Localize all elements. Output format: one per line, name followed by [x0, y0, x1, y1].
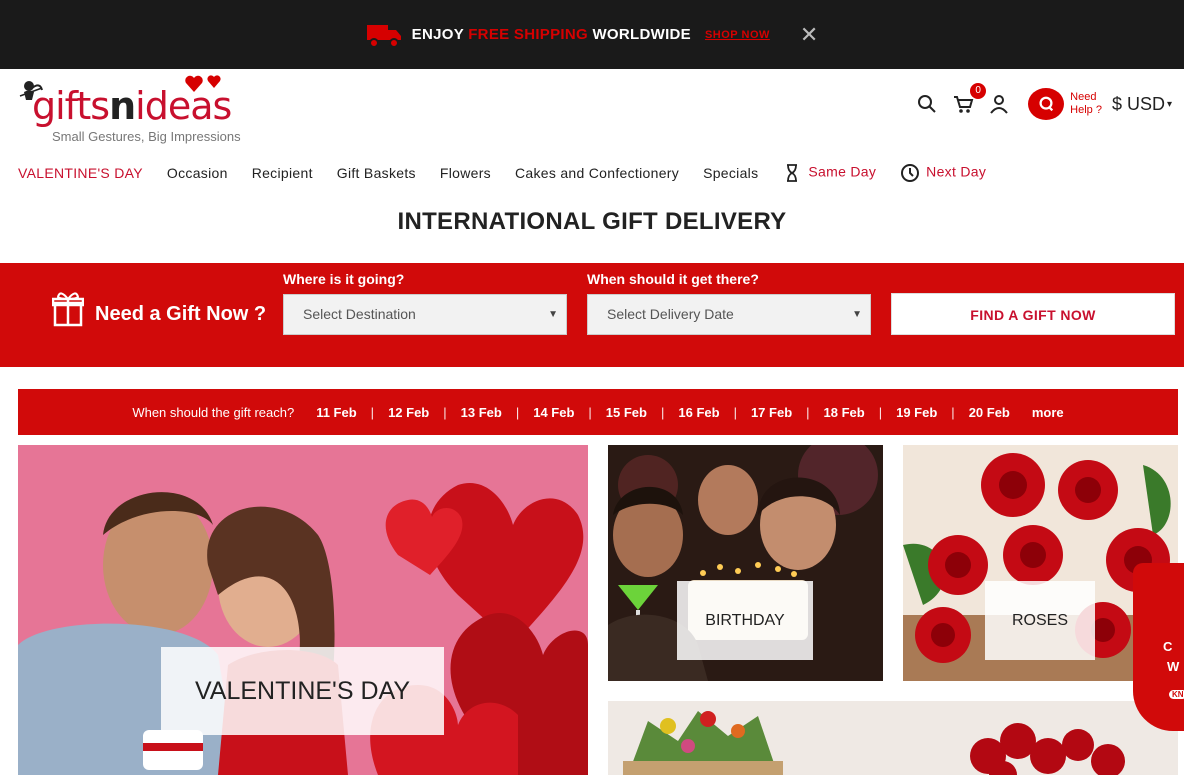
- more-dates-link[interactable]: more: [1032, 405, 1064, 420]
- chevron-down-icon: ▼: [548, 309, 558, 320]
- side-feedback-tab[interactable]: C W KN: [1133, 563, 1184, 731]
- need-help-label: Need Help ?: [1070, 91, 1102, 117]
- nav-item-next-day-label: Next Day: [926, 163, 987, 180]
- side-tab-line-1: C: [1163, 639, 1173, 654]
- chevron-down-icon: ▾: [1166, 99, 1172, 111]
- date-link[interactable]: 17 Feb: [751, 405, 792, 420]
- date-link[interactable]: 16 Feb: [678, 405, 719, 420]
- promo-text-2: WORLDWIDE: [592, 26, 691, 43]
- nav-item-cakes[interactable]: Cakes and Confectionery: [515, 165, 679, 181]
- site-logo[interactable]: giftsnideas Small Gestures, Big Impressi…: [18, 74, 258, 148]
- date-separator: |: [806, 404, 810, 420]
- destination-label: Where is it going?: [283, 271, 405, 287]
- promo-bar: ENJOY FREE SHIPPING WORLDWIDE SHOP NOW ✕: [0, 0, 1184, 69]
- destination-placeholder: Select Destination: [303, 306, 416, 322]
- flowers-image: [608, 701, 1178, 775]
- birthday-tile[interactable]: BIRTHDAY: [608, 445, 883, 681]
- cart-button[interactable]: 0: [952, 83, 987, 115]
- date-separator: |: [588, 404, 592, 420]
- page-title: INTERNATIONAL GIFT DELIVERY: [397, 208, 787, 235]
- date-separator: |: [951, 404, 955, 420]
- nav-item-specials[interactable]: Specials: [703, 165, 758, 181]
- date-link[interactable]: 11 Feb: [316, 405, 356, 420]
- search-icon[interactable]: [916, 93, 938, 115]
- main-nav: VALENTINE'S DAY Occasion Recipient Gift …: [18, 160, 1010, 186]
- header-actions: 0 Need Help ? $ USD ▾: [902, 83, 1172, 124]
- date-strip: When should the gift reach? 11 Feb | 12 F…: [18, 389, 1178, 435]
- need-help-button[interactable]: Need Help ?: [1028, 88, 1102, 120]
- date-separator: |: [443, 404, 447, 420]
- brand-part-2: n: [109, 84, 136, 128]
- brand-part-1: gifts: [32, 84, 110, 128]
- date-link[interactable]: 18 Feb: [824, 405, 865, 420]
- need-help-line-1: Need: [1070, 91, 1097, 103]
- date-separator: |: [370, 404, 375, 420]
- cart-icon: [954, 96, 974, 113]
- brand-part-3: ideas: [135, 84, 232, 128]
- roses-caption: ROSES: [985, 581, 1095, 660]
- finder-title: Need a Gift Now ?: [95, 303, 267, 325]
- destination-select[interactable]: Select Destination ▼: [283, 294, 567, 335]
- valentines-day-caption: VALENTINE'S DAY: [161, 647, 444, 735]
- nav-item-valentines-day[interactable]: VALENTINE'S DAY: [18, 165, 143, 181]
- date-separator: |: [660, 404, 665, 420]
- flowers-tile[interactable]: [608, 701, 1178, 775]
- date-separator: |: [733, 404, 737, 420]
- need-help-line-2: Help ?: [1070, 104, 1102, 116]
- date-strip-question: When should the gift reach?: [132, 404, 295, 420]
- date-link[interactable]: 13 Feb: [461, 405, 502, 420]
- promo-text-1: ENJOY: [411, 26, 464, 43]
- delivery-date-placeholder: Select Delivery Date: [607, 306, 734, 322]
- nav-item-recipient[interactable]: Recipient: [252, 165, 313, 181]
- brand-name: giftsnideas: [32, 84, 232, 128]
- side-tab-line-3: KN: [1169, 690, 1184, 699]
- date-link[interactable]: 12 Feb: [388, 405, 429, 420]
- nav-item-next-day[interactable]: Next Day: [900, 163, 986, 183]
- user-icon[interactable]: [988, 93, 1010, 115]
- find-gift-button[interactable]: FIND A GIFT NOW: [891, 293, 1175, 335]
- promo-text: ENJOY FREE SHIPPING WORLDWIDE: [412, 26, 691, 43]
- nav-item-occasion[interactable]: Occasion: [167, 165, 228, 181]
- shop-now-link[interactable]: SHOP NOW: [705, 29, 770, 41]
- nav-item-same-day-label: Same Day: [808, 163, 877, 180]
- cart-count-badge: 0: [970, 83, 987, 99]
- nav-item-same-day[interactable]: Same Day: [782, 163, 876, 183]
- date-separator: |: [515, 404, 520, 420]
- date-link[interactable]: 15 Feb: [606, 405, 647, 420]
- clock-icon: [901, 164, 920, 182]
- side-tab-line-2: W: [1167, 659, 1180, 674]
- truck-icon: [366, 24, 401, 48]
- chevron-down-icon: ▼: [852, 309, 862, 320]
- date-link[interactable]: 19 Feb: [896, 405, 937, 420]
- valentines-day-tile[interactable]: VALENTINE'S DAY: [18, 445, 588, 775]
- date-separator: |: [878, 404, 883, 420]
- promo-text-highlight: FREE SHIPPING: [468, 26, 588, 43]
- delivery-date-select[interactable]: Select Delivery Date ▼: [587, 294, 871, 335]
- gift-icon: [52, 292, 84, 327]
- gift-finder: Need a Gift Now ? Where is it going? Sel…: [0, 263, 1184, 367]
- delivery-date-label: When should it get there?: [587, 271, 759, 287]
- date-link[interactable]: 14 Feb: [533, 405, 574, 420]
- birthday-caption: BIRTHDAY: [677, 581, 813, 660]
- currency-value: $ USD: [1111, 93, 1165, 114]
- currency-selector[interactable]: $ USD ▾: [1112, 94, 1172, 115]
- date-link[interactable]: 20 Feb: [969, 405, 1010, 420]
- close-icon[interactable]: ✕: [800, 23, 818, 46]
- hourglass-icon: [787, 164, 798, 182]
- brand-tagline: Small Gestures, Big Impressions: [52, 129, 241, 144]
- nav-item-flowers[interactable]: Flowers: [440, 165, 491, 181]
- chat-icon: [1028, 88, 1065, 120]
- nav-item-gift-baskets[interactable]: Gift Baskets: [337, 165, 416, 181]
